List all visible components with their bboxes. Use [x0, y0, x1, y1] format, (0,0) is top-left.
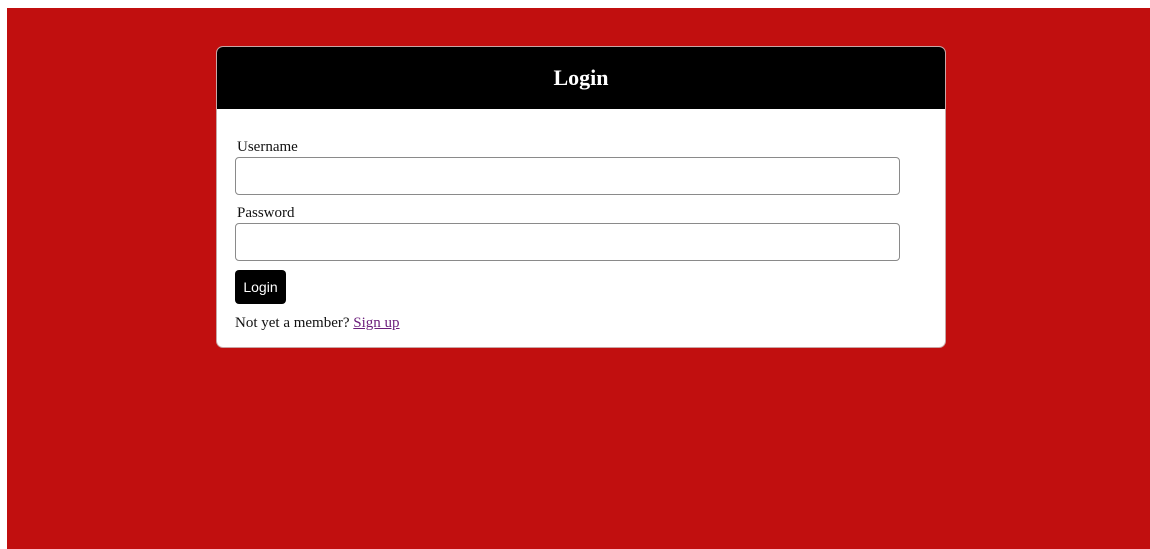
- page-background: Login Username Password Login Not yet a …: [7, 8, 1150, 549]
- password-input[interactable]: [235, 223, 900, 261]
- card-header: Login: [217, 47, 945, 109]
- login-card: Login Username Password Login Not yet a …: [216, 46, 946, 348]
- signup-link[interactable]: Sign up: [353, 315, 399, 331]
- login-button[interactable]: Login: [235, 270, 286, 304]
- username-label: Username: [237, 139, 298, 155]
- username-input[interactable]: [235, 157, 900, 195]
- signup-prompt-text: Not yet a member?: [235, 315, 350, 331]
- signup-prompt: Not yet a member? Sign up: [235, 314, 400, 332]
- card-title: Login: [553, 65, 609, 90]
- password-label: Password: [237, 205, 295, 221]
